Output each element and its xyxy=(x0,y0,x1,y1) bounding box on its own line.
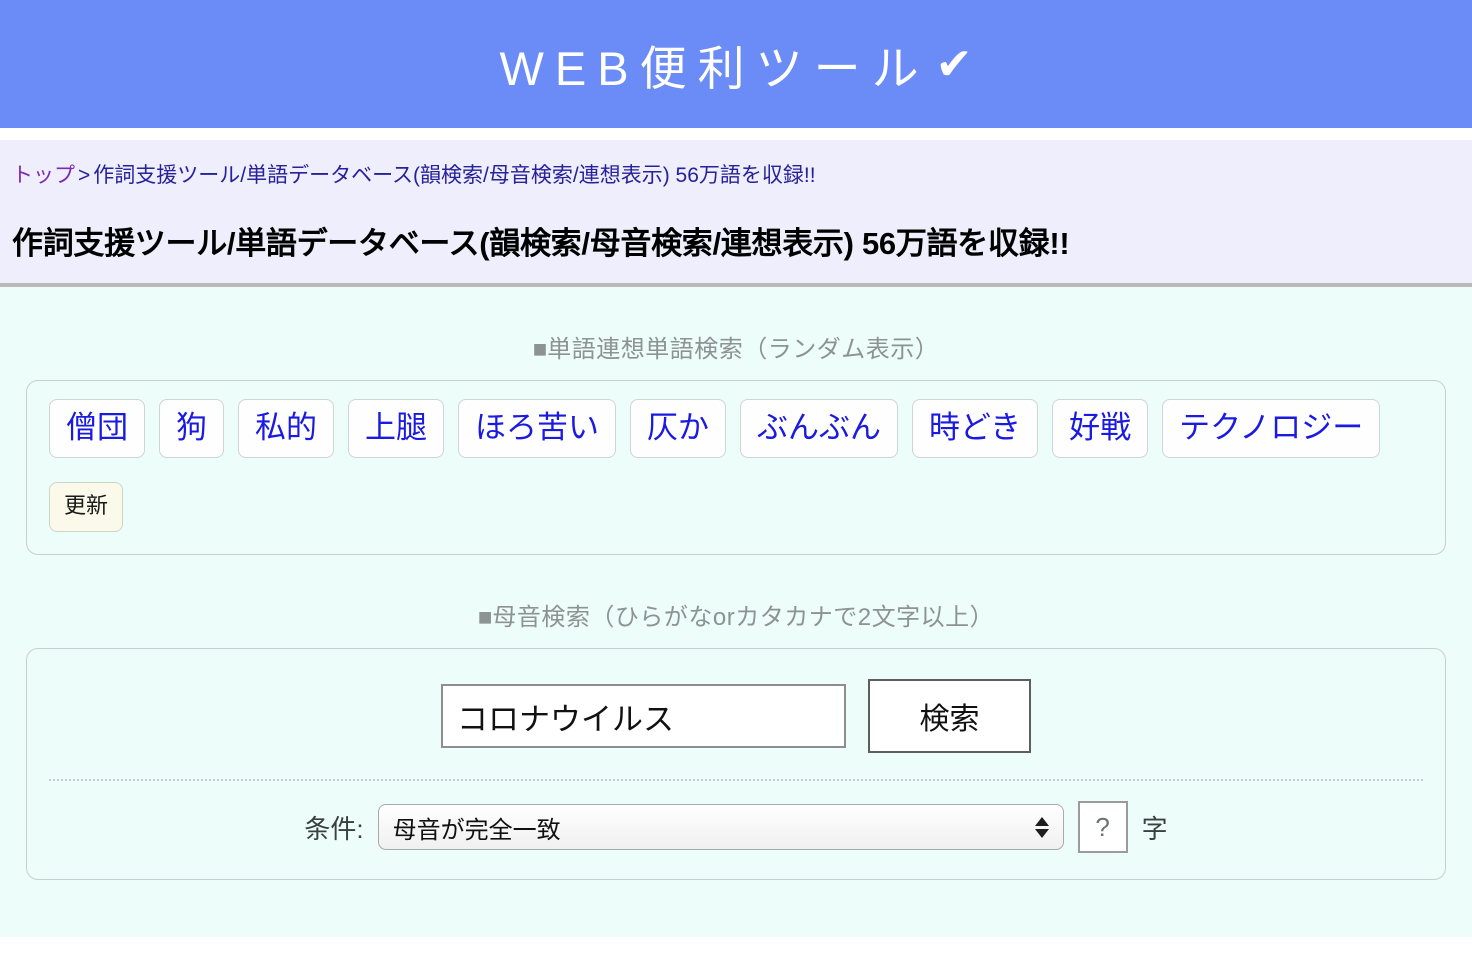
vowel-search-submit-button[interactable]: 検索 xyxy=(868,679,1031,754)
title-band: トップ > 作詞支援ツール/単語データベース(韻検索/母音検索/連想表示) 56万語… xyxy=(0,140,1472,288)
word-chip[interactable]: ぶんぶん xyxy=(740,399,898,459)
site-title-text: WEB便利ツール xyxy=(499,41,930,95)
length-input[interactable] xyxy=(1077,801,1128,854)
site-logo-title: WEB便利ツール ✔ xyxy=(500,30,973,99)
word-chip[interactable]: 仄か xyxy=(630,399,726,459)
word-chip[interactable]: 僧団 xyxy=(49,399,145,459)
check-icon: ✔ xyxy=(935,40,973,89)
condition-label: 条件: xyxy=(304,813,364,844)
association-word-list: 僧団 狗 私的 上腿 ほろ苦い 仄か ぶんぶん 時どき 好戦 テクノロジー 更新 xyxy=(27,381,1445,554)
stepper-arrows-icon[interactable] xyxy=(1034,805,1049,849)
breadcrumb-link-top[interactable]: トップ xyxy=(12,164,75,187)
section-marker-square: ■ xyxy=(532,336,548,364)
word-chip[interactable]: ほろ苦い xyxy=(458,399,616,459)
condition-select-value: 母音が完全一致 xyxy=(392,816,561,844)
association-section-heading: ■単語連想単語検索（ランダム表示） xyxy=(0,287,1472,380)
word-chip[interactable]: 好戦 xyxy=(1052,399,1149,459)
association-heading-text: 単語連想単語検索（ランダム表示） xyxy=(547,336,940,364)
condition-select[interactable]: 母音が完全一致 xyxy=(377,804,1064,851)
chevron-down-icon xyxy=(1034,828,1049,838)
word-chip[interactable]: テクノロジー xyxy=(1162,399,1381,459)
site-header: WEB便利ツール ✔ xyxy=(0,0,1472,128)
form-divider xyxy=(49,779,1423,782)
association-panel: 僧団 狗 私的 上腿 ほろ苦い 仄か ぶんぶん 時どき 好戦 テクノロジー 更新 xyxy=(26,380,1446,556)
vowel-search-form: 検索 条件: 母音が完全一致 字 xyxy=(27,649,1445,879)
vowel-search-input[interactable] xyxy=(441,684,846,749)
breadcrumb: トップ > 作詞支援ツール/単語データベース(韻検索/母音検索/連想表示) 56万語… xyxy=(12,162,1460,190)
word-chip[interactable]: 時どき xyxy=(912,399,1039,459)
section-marker-square: ■ xyxy=(477,604,493,632)
vowel-search-section-heading: ■母音検索（ひらがなorカタカナで2文字以上） xyxy=(0,555,1472,648)
word-chip[interactable]: 狗 xyxy=(159,399,224,459)
vowel-search-condition-row: 条件: 母音が完全一致 字 xyxy=(49,801,1423,854)
page-title: 作詞支援ツール/単語データベース(韻検索/母音検索/連想表示) 56万語を収録!… xyxy=(12,226,1070,262)
length-unit-label: 字 xyxy=(1141,813,1168,844)
chevron-up-icon xyxy=(1034,816,1049,826)
header-gap xyxy=(0,128,1472,140)
main-content: ■単語連想単語検索（ランダム表示） 僧団 狗 私的 上腿 ほろ苦い 仄か ぶんぶ… xyxy=(0,287,1472,938)
breadcrumb-current: 作詞支援ツール/単語データベース(韻検索/母音検索/連想表示) 56万語を収録!… xyxy=(93,164,816,187)
word-chip[interactable]: 私的 xyxy=(238,399,334,459)
breadcrumb-separator: > xyxy=(78,164,91,187)
refresh-words-button[interactable]: 更新 xyxy=(49,482,124,533)
word-chip[interactable]: 上腿 xyxy=(348,399,444,459)
vowel-search-heading-text: 母音検索（ひらがなorカタカナで2文字以上） xyxy=(492,604,995,632)
vowel-search-panel: 検索 条件: 母音が完全一致 字 xyxy=(26,648,1446,881)
vowel-search-query-row: 検索 xyxy=(49,679,1423,754)
